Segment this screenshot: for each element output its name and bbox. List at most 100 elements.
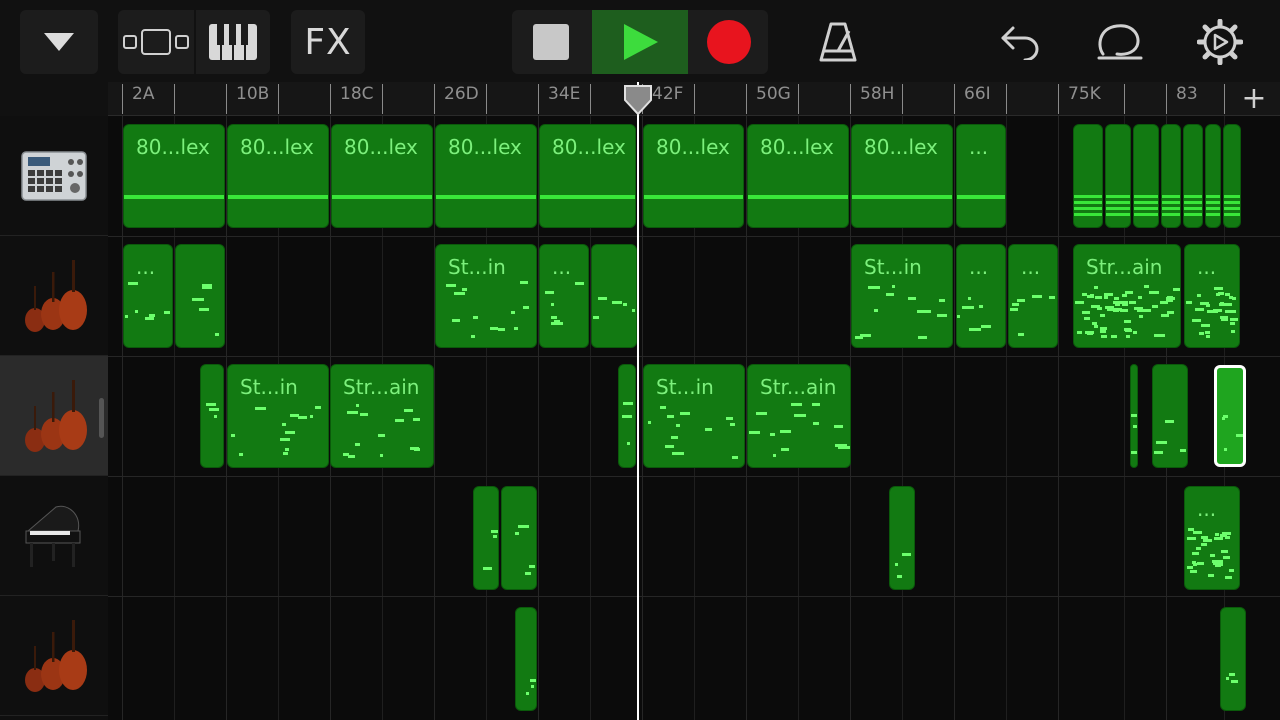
- region-drum-machine[interactable]: [1133, 124, 1159, 228]
- region-strings[interactable]: St...in: [435, 244, 537, 348]
- region-drum-machine[interactable]: [1105, 124, 1131, 228]
- region-strings[interactable]: ...: [1008, 244, 1058, 348]
- region-drum-machine[interactable]: 80...lex: [539, 124, 636, 228]
- drum-pattern-line: [1134, 213, 1158, 216]
- midi-note: [794, 414, 806, 417]
- region-strings[interactable]: [1130, 364, 1138, 468]
- region-strings[interactable]: [175, 244, 225, 348]
- region-drum-machine[interactable]: 80...lex: [747, 124, 849, 228]
- region-grand-piano[interactable]: [501, 486, 537, 590]
- region-strings[interactable]: Str...ain: [747, 364, 851, 468]
- region-strings[interactable]: Str...ain: [1073, 244, 1181, 348]
- transport-controls: [512, 10, 768, 74]
- drum-pattern-line: [1074, 213, 1102, 216]
- region-strings[interactable]: ...: [123, 244, 173, 348]
- region-drum-machine[interactable]: 80...lex: [123, 124, 225, 228]
- midi-note: [1144, 285, 1149, 288]
- ruler-tick: [902, 84, 903, 114]
- loop-browser-button[interactable]: [1090, 10, 1150, 74]
- midi-note: [812, 403, 820, 406]
- region-strings[interactable]: ...: [956, 244, 1006, 348]
- region-strings[interactable]: [1220, 607, 1246, 711]
- region-grand-piano[interactable]: [889, 486, 915, 590]
- region-strings[interactable]: [591, 244, 637, 348]
- region-drum-machine[interactable]: [1161, 124, 1181, 228]
- ruler-label: 10B: [236, 84, 270, 104]
- ruler-tick: [278, 84, 279, 114]
- region-drum-machine[interactable]: [1205, 124, 1221, 228]
- midi-note: [454, 292, 465, 295]
- midi-note: [1197, 562, 1204, 565]
- midi-note: [1236, 434, 1243, 437]
- fx-button[interactable]: FX: [291, 10, 365, 74]
- region-strings[interactable]: [200, 364, 224, 468]
- stop-button[interactable]: [512, 10, 590, 74]
- region-drum-machine[interactable]: 80...lex: [851, 124, 953, 228]
- add-section-button[interactable]: +: [1238, 84, 1270, 114]
- region-drum-machine[interactable]: [1183, 124, 1203, 228]
- region-strings[interactable]: St...in: [851, 244, 953, 348]
- track-header-strings-3[interactable]: [0, 596, 108, 716]
- header-scroll-grip[interactable]: [99, 398, 104, 438]
- tracks-view-button[interactable]: [118, 10, 194, 74]
- midi-note: [1214, 287, 1223, 290]
- ruler-tick: [1006, 84, 1007, 114]
- region-strings[interactable]: St...in: [227, 364, 329, 468]
- region-drum-machine[interactable]: [1223, 124, 1241, 228]
- drum-pattern-line: [332, 195, 432, 199]
- tracks-area[interactable]: 80...lex 80...lex 80...lex 80...lex 80...lex…: [108, 116, 1280, 720]
- play-button[interactable]: [592, 10, 688, 74]
- drum-pattern-line: [1162, 213, 1180, 216]
- region-drum-machine[interactable]: 80...lex: [227, 124, 329, 228]
- track-controls-button[interactable]: [20, 10, 98, 74]
- midi-note: [1131, 414, 1137, 417]
- region-strings[interactable]: ...: [539, 244, 589, 348]
- record-button[interactable]: [690, 10, 768, 74]
- midi-note: [483, 567, 492, 570]
- region-grand-piano[interactable]: [473, 486, 499, 590]
- region-drum-machine[interactable]: ...: [956, 124, 1006, 228]
- midi-note: [231, 434, 235, 437]
- midi-note: [1206, 335, 1210, 338]
- track-header-strings-1[interactable]: [0, 236, 108, 356]
- region-drum-machine[interactable]: 80...lex: [643, 124, 744, 228]
- grand-piano-icon: [25, 505, 81, 567]
- undo-button[interactable]: [990, 10, 1050, 74]
- playhead[interactable]: [637, 82, 639, 720]
- region-drum-machine[interactable]: 80...lex: [435, 124, 537, 228]
- region-strings[interactable]: St...in: [643, 364, 745, 468]
- region-strings[interactable]: ...: [1184, 244, 1240, 348]
- midi-note: [462, 288, 467, 291]
- drum-pattern-line: [748, 195, 848, 199]
- timeline-ruler[interactable]: 2A 10B 18C 26D 34E 42F 50G 58H 66I 75K 83: [108, 82, 1280, 116]
- midi-note: [493, 535, 497, 538]
- midi-note: [1187, 537, 1196, 540]
- track-header-drum-machine[interactable]: [0, 116, 108, 236]
- instrument-keyboard-button[interactable]: [194, 10, 270, 74]
- region-strings[interactable]: [618, 364, 636, 468]
- ruler-tick: [330, 84, 331, 114]
- region-strings[interactable]: [515, 607, 537, 711]
- region-grand-piano[interactable]: ...: [1184, 486, 1240, 590]
- region-drum-machine[interactable]: [1073, 124, 1103, 228]
- midi-note: [1149, 291, 1157, 294]
- midi-note: [1226, 677, 1229, 680]
- grid-line: [1006, 116, 1007, 720]
- region-label: 80...lex: [656, 135, 730, 159]
- midi-note: [280, 438, 290, 441]
- midi-note: [1133, 331, 1137, 334]
- track-header-strings-2[interactable]: [0, 356, 108, 476]
- midi-note: [525, 572, 531, 575]
- region-strings[interactable]: [1214, 365, 1246, 467]
- region-strings[interactable]: [1152, 364, 1188, 468]
- region-strings[interactable]: Str...ain: [330, 364, 434, 468]
- region-label: 80...lex: [240, 135, 314, 159]
- settings-button[interactable]: [1190, 10, 1250, 74]
- midi-note: [575, 282, 584, 285]
- region-drum-machine[interactable]: 80...lex: [331, 124, 433, 228]
- midi-note: [1017, 299, 1025, 302]
- playhead-handle-icon[interactable]: [623, 84, 653, 116]
- metronome-button[interactable]: [808, 10, 868, 74]
- track-header-grand-piano[interactable]: [0, 476, 108, 596]
- midi-note: [526, 692, 529, 695]
